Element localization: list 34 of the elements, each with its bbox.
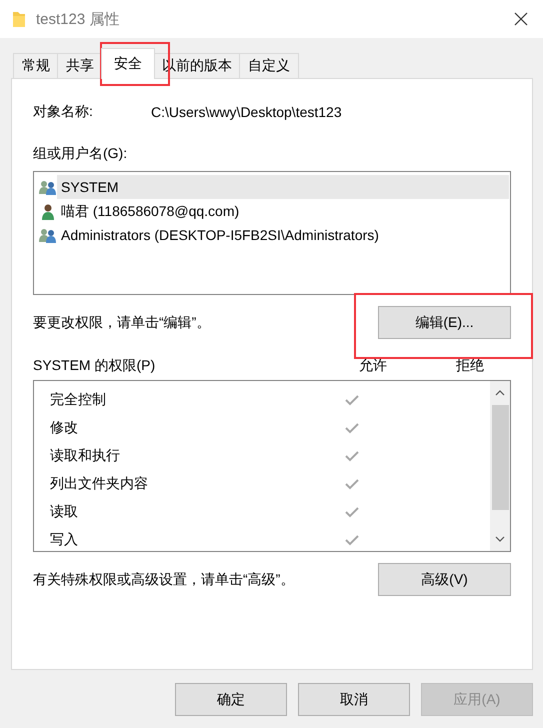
window-title: test123 属性 [36, 10, 120, 28]
permission-name: 列出文件夹内容 [49, 475, 149, 493]
close-icon [514, 12, 528, 26]
dialog-button[interactable]: 取消 [298, 683, 410, 716]
column-header: 拒绝 [455, 357, 485, 375]
scrollbar[interactable] [490, 381, 510, 551]
field-label: 对象名称: [33, 103, 94, 121]
hint-text: 要更改权限，请单击“编辑”。 [33, 314, 210, 332]
hint-text: 有关特殊权限或高级设置，请单击“高级”。 [33, 570, 294, 588]
column-header: 允许 [358, 357, 388, 375]
user-group-icon [39, 226, 57, 244]
dialog-button[interactable]: 确定 [175, 683, 287, 716]
folder-icon [12, 10, 26, 28]
tab[interactable]: 共享 [57, 53, 103, 78]
list-item[interactable]: Administrators (DESKTOP-I5FB2SI\Administrators) [57, 223, 509, 247]
section-label: 组或用户名(G): [33, 145, 128, 163]
scroll-up-icon [495, 390, 505, 396]
section-label: SYSTEM 的权限(P) [33, 357, 156, 375]
permission-name: 完全控制 [49, 391, 107, 409]
advanced-button[interactable]: 高级(V) [378, 563, 511, 596]
list-item[interactable]: SYSTEM [57, 175, 509, 199]
tab[interactable]: 自定义 [239, 53, 299, 78]
tab[interactable]: 常规 [13, 53, 59, 78]
scroll-down-icon [495, 536, 505, 542]
permission-name: 读取和执行 [49, 447, 121, 465]
tab[interactable]: 安全 [101, 48, 155, 79]
permission-name: 读取 [49, 503, 79, 521]
edit-button[interactable]: 编辑(E)... [378, 306, 511, 339]
permission-name: 修改 [49, 419, 79, 437]
object-path: C:\Users\wwy\Desktop\test123 [151, 104, 342, 120]
user-icon [39, 202, 57, 220]
list-item[interactable]: 喵君 (1186586078@qq.com) [57, 199, 509, 223]
user-group-icon [39, 178, 57, 196]
permission-name: 写入 [49, 531, 79, 549]
